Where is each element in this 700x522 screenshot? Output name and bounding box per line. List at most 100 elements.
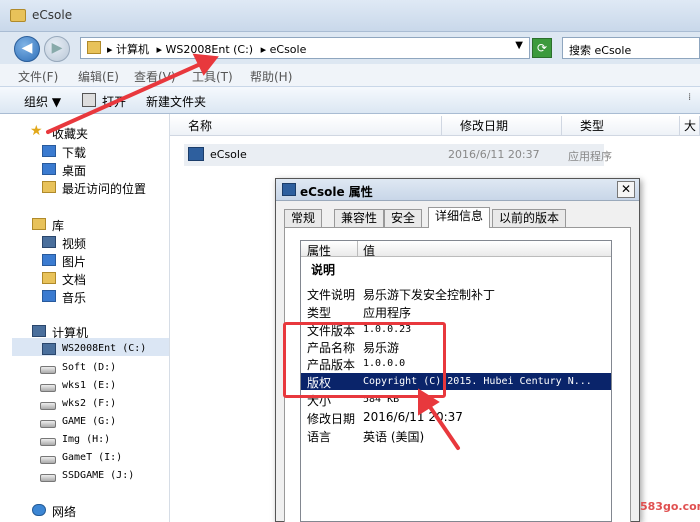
property-key: 语言 [307,430,332,444]
video-icon [42,236,56,248]
folder-icon [10,9,26,22]
column-size[interactable]: 大 [680,116,700,136]
header-property[interactable]: 属性 [307,242,331,259]
dialog-titlebar: eCsole 属性 ✕ [276,179,639,201]
drive-icon [40,474,56,482]
property-key: 大小 [307,394,332,408]
application-icon [282,183,296,196]
property-row[interactable]: 文件说明 易乐游下发安全控制补丁 [301,285,611,302]
menu-help[interactable]: 帮助(H) [250,68,292,85]
property-value: 应用程序 [363,306,412,320]
chevron-down-icon[interactable]: ▼ [515,40,523,51]
property-key: 修改日期 [307,412,356,426]
back-button[interactable]: ◀ [14,36,40,62]
property-list-header: 属性 值 [301,241,611,259]
property-row[interactable]: 语言 英语 (美国) [301,427,611,444]
nav-recent[interactable]: 最近访问的位置 [62,180,146,197]
column-type[interactable]: 类型 [562,116,680,136]
toolbar-overflow-icon[interactable]: ⁞ [688,92,691,103]
new-folder-button[interactable]: 新建文件夹 [146,93,206,110]
property-value: 584 KB [363,394,400,405]
property-key: 文件版本 [307,324,356,338]
forward-button[interactable]: ▶ [44,36,70,62]
refresh-button[interactable]: ⟳ [532,38,552,58]
column-name[interactable]: 名称 [170,116,442,136]
nav-pictures[interactable]: 图片 [62,253,86,270]
tab-previous-versions[interactable]: 以前的版本 [492,209,567,227]
address-field[interactable]: ▸ 计算机 ▸ WS2008Ent (C:) ▸ eCsole ▼ [80,37,530,59]
property-row[interactable]: 文件版本 1.0.0.23 [301,321,611,338]
property-value: 易乐游 [363,341,400,355]
watermark: 583go.com [640,500,700,513]
property-list[interactable]: 属性 值 说明 文件说明 易乐游下发安全控制补丁 类型 应用程序 文件版本 1.… [300,240,612,522]
nav-drive-h[interactable]: Img (H:) [62,434,110,445]
menu-edit[interactable]: 编辑(E) [78,68,119,85]
file-type: 应用程序 [568,150,612,163]
desktop-icon [42,163,56,175]
nav-drive-j[interactable]: SSDGAME (J:) [62,470,134,481]
nav-drive-d[interactable]: Soft (D:) [62,362,116,373]
application-icon [188,147,204,161]
nav-favorites[interactable]: 收藏夹 [52,125,88,142]
drive-icon [40,384,56,392]
breadcrumb-drive-c[interactable]: ▸ WS2008Ent (C:) [157,43,254,56]
property-row-selected[interactable]: 版权 Copyright (C) 2015. Hubei Century N..… [301,373,611,390]
nav-drive-f[interactable]: wks2 (F:) [62,398,116,409]
window-title: eCsole [32,8,73,22]
property-value: 易乐游下发安全控制补丁 [363,288,496,302]
tab-details[interactable]: 详细信息 [428,207,491,228]
search-input[interactable]: 搜索 eCsole [562,37,700,59]
command-bar: 组织 ▼ 打开 新建文件夹 [0,86,700,114]
breadcrumb-computer[interactable]: ▸ 计算机 [107,43,149,56]
system-drive-icon [42,343,56,355]
property-value: Copyright (C) 2015. Hubei Century N... [363,376,592,387]
nav-downloads[interactable]: 下载 [62,144,86,161]
nav-library[interactable]: 库 [52,217,64,234]
tab-compatibility[interactable]: 兼容性 [334,209,385,227]
header-divider [357,241,358,257]
menu-file[interactable]: 文件(F) [18,68,58,85]
property-row[interactable]: 产品版本 1.0.0.0 [301,355,611,372]
property-value: 英语 (美国) [363,430,425,444]
navigation-pane: ★ 收藏夹 下载 桌面 最近访问的位置 库 视频 图片 文档 音乐 计算机 WS… [0,114,170,522]
menu-bar: 文件(F) 编辑(E) 查看(V) 工具(T) 帮助(H) [0,64,700,86]
menu-view[interactable]: 查看(V) [134,68,176,85]
section-description: 说明 [311,263,336,277]
menu-tools[interactable]: 工具(T) [192,68,233,85]
breadcrumb-ecsole[interactable]: ▸ eCsole [261,43,307,56]
property-key: 产品名称 [307,341,356,355]
nav-documents[interactable]: 文档 [62,271,86,288]
drive-icon [40,402,56,410]
column-date[interactable]: 修改日期 [442,116,562,136]
property-row[interactable]: 产品名称 易乐游 [301,338,611,355]
pictures-icon [42,254,56,266]
drive-icon [40,420,56,428]
breadcrumb: ▸ 计算机 ▸ WS2008Ent (C:) ▸ eCsole [107,41,310,57]
nav-drive-i[interactable]: GameT (I:) [62,452,122,463]
network-icon [32,504,46,516]
nav-drive-c[interactable]: WS2008Ent (C:) [62,343,146,354]
property-row[interactable]: 修改日期 2016/6/11 20:37 [301,409,611,426]
property-row[interactable]: 大小 584 KB [301,391,611,408]
property-row[interactable]: 类型 应用程序 [301,303,611,320]
nav-videos[interactable]: 视频 [62,235,86,252]
search-placeholder: 搜索 eCsole [569,44,632,57]
open-button[interactable]: 打开 [102,93,126,110]
nav-desktop[interactable]: 桌面 [62,162,86,179]
nav-drive-g[interactable]: GAME (G:) [62,416,116,427]
dialog-title: eCsole 属性 [300,185,373,199]
tab-security[interactable]: 安全 [384,209,423,227]
recent-places-icon [42,181,56,193]
address-bar-region: ◀ ▶ ▸ 计算机 ▸ WS2008Ent (C:) ▸ eCsole ▼ ⟳ … [0,32,700,64]
organize-button[interactable]: 组织 ▼ [24,93,61,110]
nav-drive-e[interactable]: wks1 (E:) [62,380,116,391]
property-key: 版权 [307,376,332,390]
folder-icon [87,41,101,54]
tab-general[interactable]: 常规 [284,209,323,227]
documents-icon [42,272,56,284]
close-button[interactable]: ✕ [617,181,635,198]
header-value[interactable]: 值 [363,242,375,259]
nav-network[interactable]: 网络 [52,503,76,520]
file-row-ecsole[interactable]: eCsole 2016/6/11 20:37 应用程序 [184,144,612,166]
nav-music[interactable]: 音乐 [62,289,86,306]
